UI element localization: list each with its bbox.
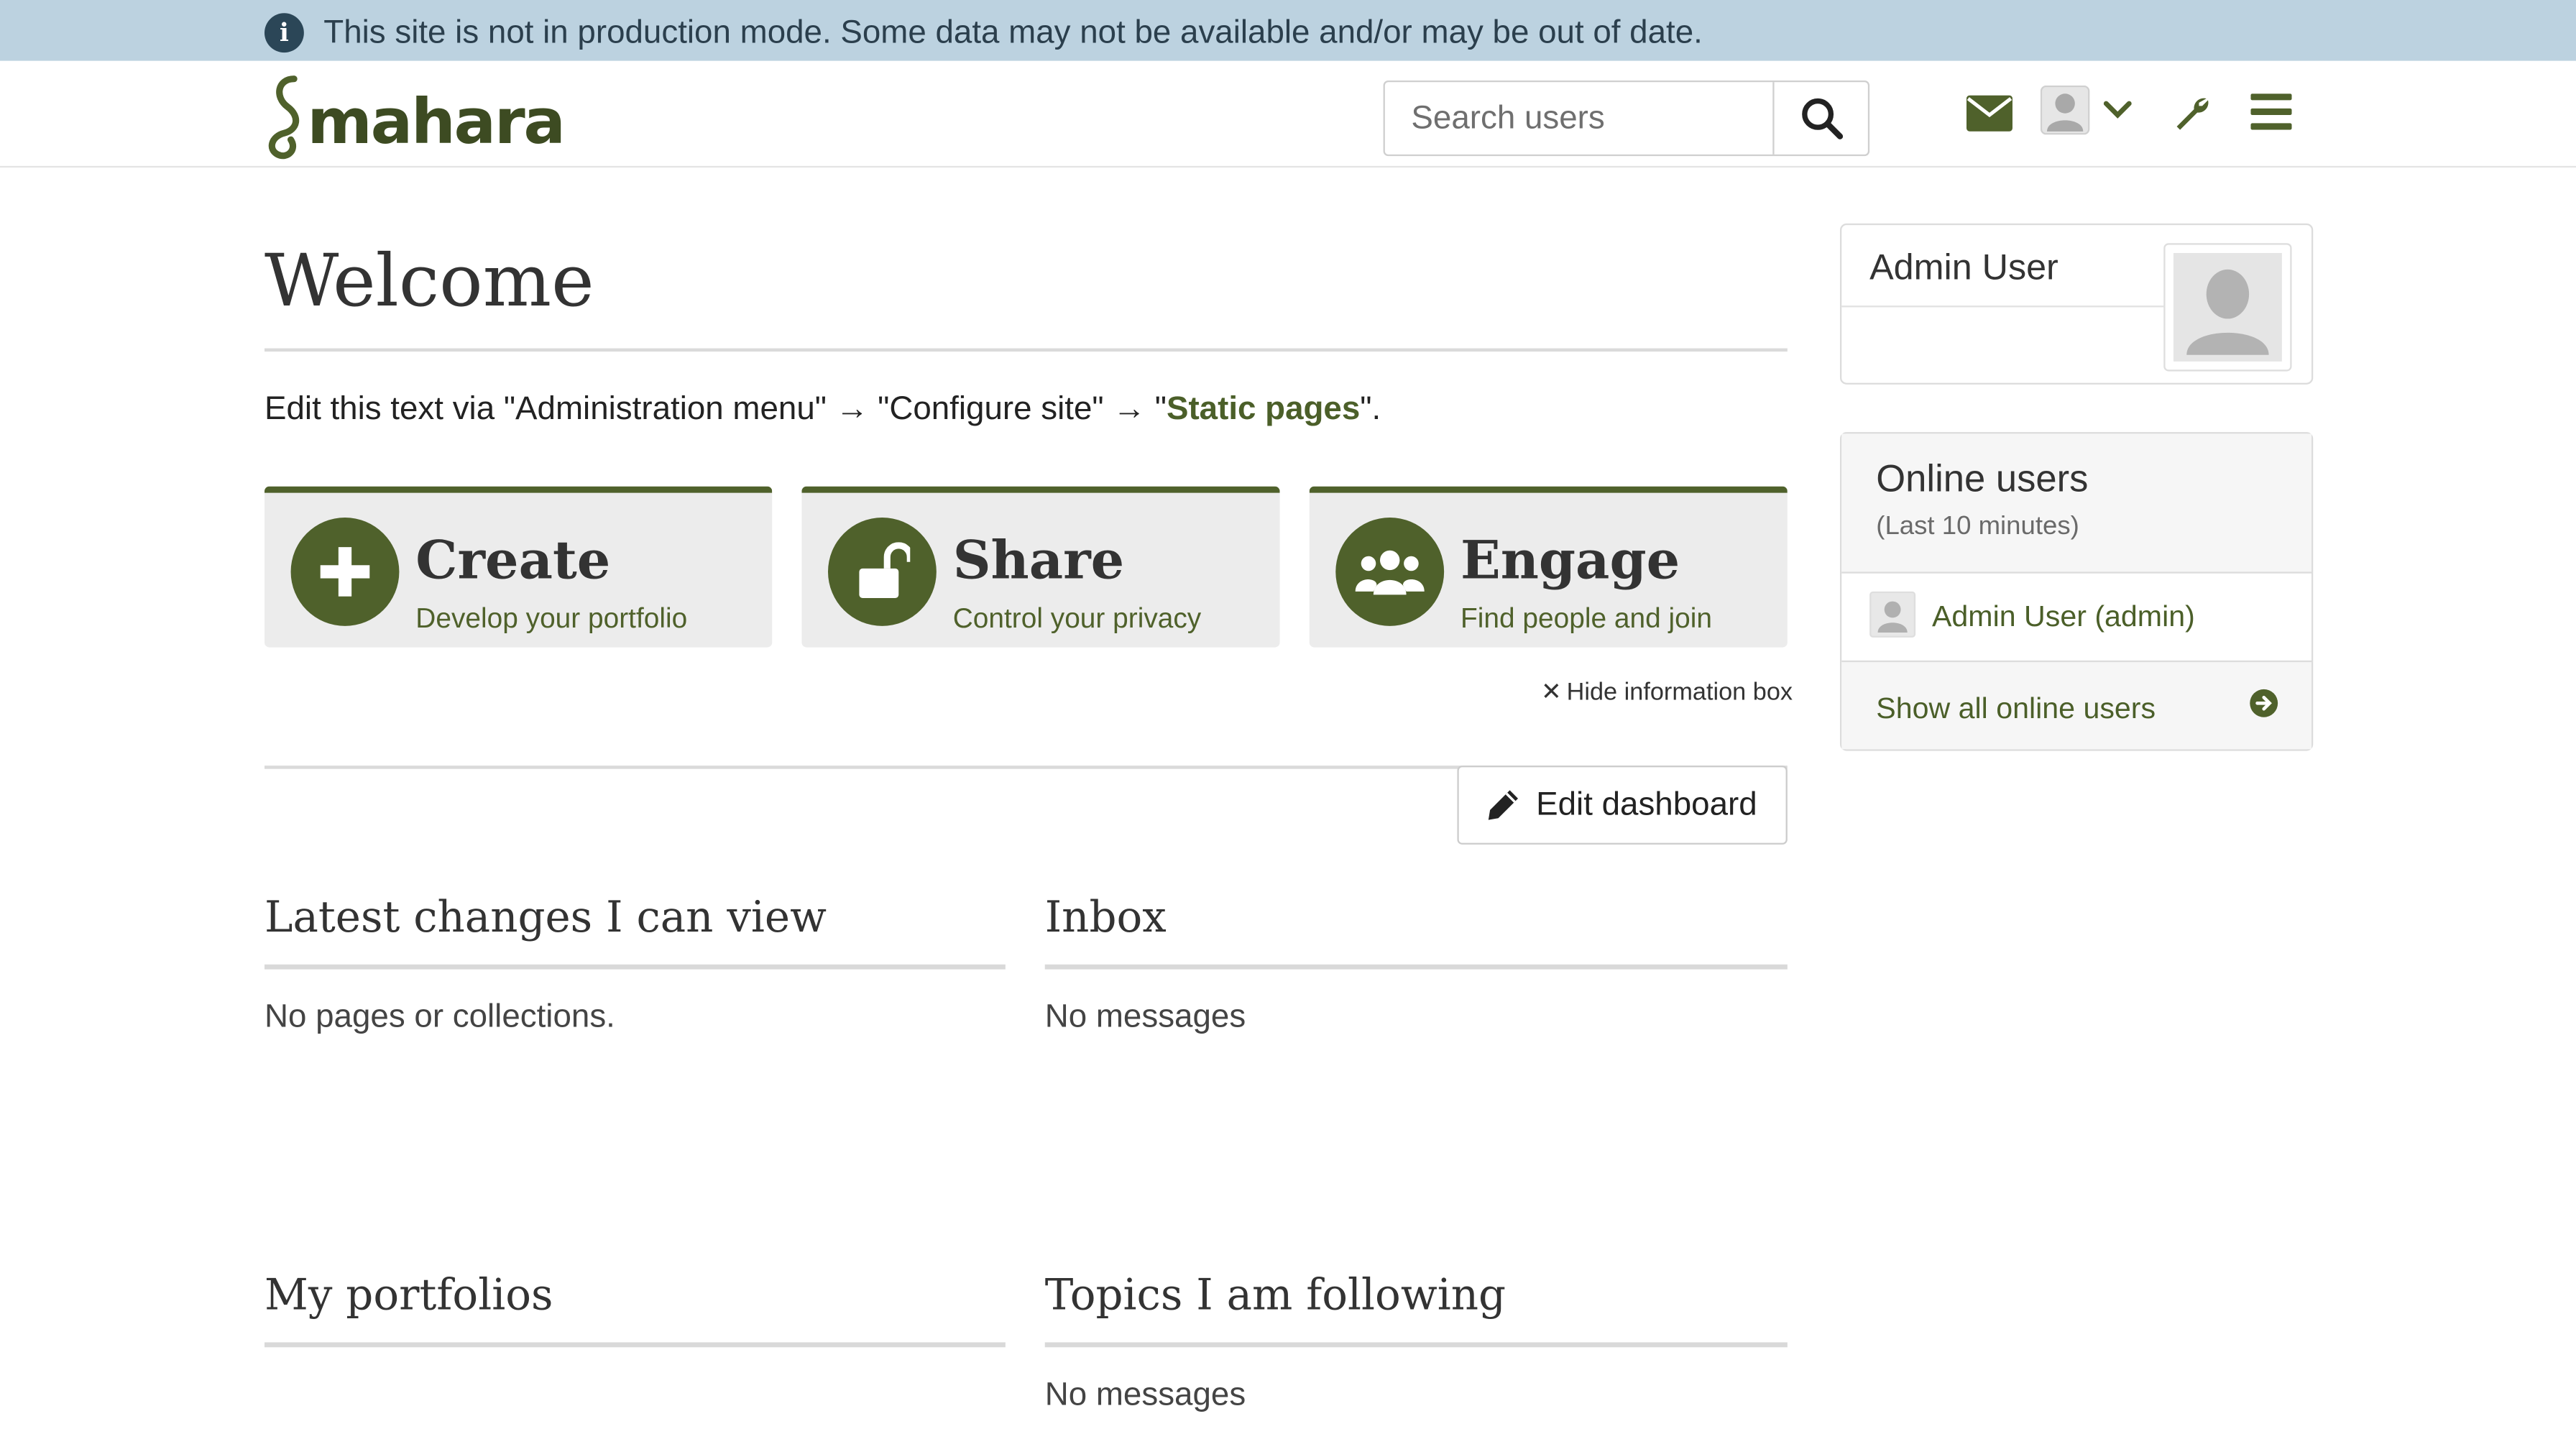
- user-menu-button[interactable]: [2040, 85, 2139, 138]
- card-title: Create: [415, 528, 611, 592]
- online-users-header: Online users (Last 10 minutes): [1841, 433, 2312, 574]
- section-divider: [1044, 964, 1788, 970]
- profile-avatar[interactable]: [2163, 243, 2292, 372]
- profile-box: Admin User: [1839, 223, 2314, 385]
- notice-text: This site is not in production mode. Som…: [323, 14, 1703, 51]
- arrow-circle-right-icon: [2250, 689, 2278, 717]
- plus-icon: [290, 517, 400, 626]
- card-subtitle: Find people and join: [1460, 602, 1712, 635]
- inbox-title: Inbox: [1044, 893, 1167, 943]
- hamburger-menu-icon[interactable]: [2250, 93, 2292, 130]
- static-pages-link[interactable]: Static pages: [1167, 391, 1360, 427]
- welcome-text: Edit this text via "Administration menu"…: [264, 391, 1381, 429]
- info-icon: i: [264, 13, 304, 53]
- section-divider: [264, 964, 1006, 970]
- envelope-icon[interactable]: [1966, 95, 2012, 132]
- welcome-text-prefix: Edit this text via "Administration menu"…: [264, 390, 1167, 428]
- topics-following-body: No messages: [1044, 1377, 1246, 1413]
- create-card[interactable]: Create Develop your portfolio: [264, 486, 773, 648]
- avatar: [1869, 591, 1916, 638]
- avatar: [2040, 85, 2090, 135]
- profile-name[interactable]: Admin User: [1869, 247, 2058, 289]
- group-icon: [1335, 517, 1445, 626]
- hide-info-label: Hide information box: [1566, 678, 1793, 707]
- inbox-body: No messages: [1044, 998, 1246, 1035]
- mahara-logo[interactable]: mahara: [264, 74, 566, 160]
- chevron-down-icon: [2103, 101, 2132, 119]
- pencil-icon: [1488, 790, 1518, 820]
- close-icon: ✕: [1540, 678, 1562, 707]
- unlock-icon: [827, 517, 937, 626]
- hide-info-box-link[interactable]: ✕ Hide information box: [1541, 677, 1793, 707]
- site-header: mahara: [0, 60, 2576, 168]
- online-users-title: Online users: [1876, 456, 2089, 500]
- search-icon: [1802, 98, 1844, 139]
- search-input[interactable]: [1384, 82, 1773, 155]
- show-all-label: Show all online users: [1876, 691, 2156, 725]
- user-silhouette-icon: [2186, 269, 2269, 355]
- section-divider: [264, 1342, 1006, 1348]
- engage-card[interactable]: Engage Find people and join: [1309, 486, 1788, 648]
- edit-dashboard-label: Edit dashboard: [1536, 786, 1757, 824]
- edit-dashboard-button[interactable]: Edit dashboard: [1457, 766, 1788, 845]
- title-divider: [264, 348, 1788, 352]
- card-title: Share: [952, 528, 1125, 592]
- page-title: Welcome: [264, 239, 594, 324]
- user-search: [1383, 80, 1870, 157]
- logo-text: mahara: [307, 85, 566, 158]
- online-users-box: Online users (Last 10 minutes) Admin Use…: [1839, 432, 2314, 751]
- show-all-online-users-link[interactable]: Show all online users: [1841, 660, 2312, 750]
- latest-changes-body: No pages or collections.: [264, 998, 615, 1035]
- welcome-text-suffix: ".: [1360, 390, 1381, 428]
- search-button[interactable]: [1772, 82, 1869, 155]
- card-title: Engage: [1460, 528, 1680, 592]
- latest-changes-title: Latest changes I can view: [264, 893, 827, 943]
- topics-following-title: Topics I am following: [1044, 1272, 1506, 1321]
- online-users-subtitle: (Last 10 minutes): [1876, 513, 2079, 541]
- logo-mark-icon: [268, 75, 299, 160]
- production-notice-bar: i This site is not in production mode. S…: [0, 0, 2576, 63]
- profile-divider: [1841, 305, 2164, 308]
- online-user-name: Admin User (admin): [1931, 599, 2195, 633]
- my-portfolios-title: My portfolios: [264, 1272, 553, 1321]
- share-card[interactable]: Share Control your privacy: [801, 486, 1280, 648]
- section-divider: [1044, 1342, 1788, 1348]
- card-subtitle: Control your privacy: [952, 602, 1202, 635]
- card-subtitle: Develop your portfolio: [415, 602, 688, 635]
- wrench-icon[interactable]: [2172, 93, 2212, 133]
